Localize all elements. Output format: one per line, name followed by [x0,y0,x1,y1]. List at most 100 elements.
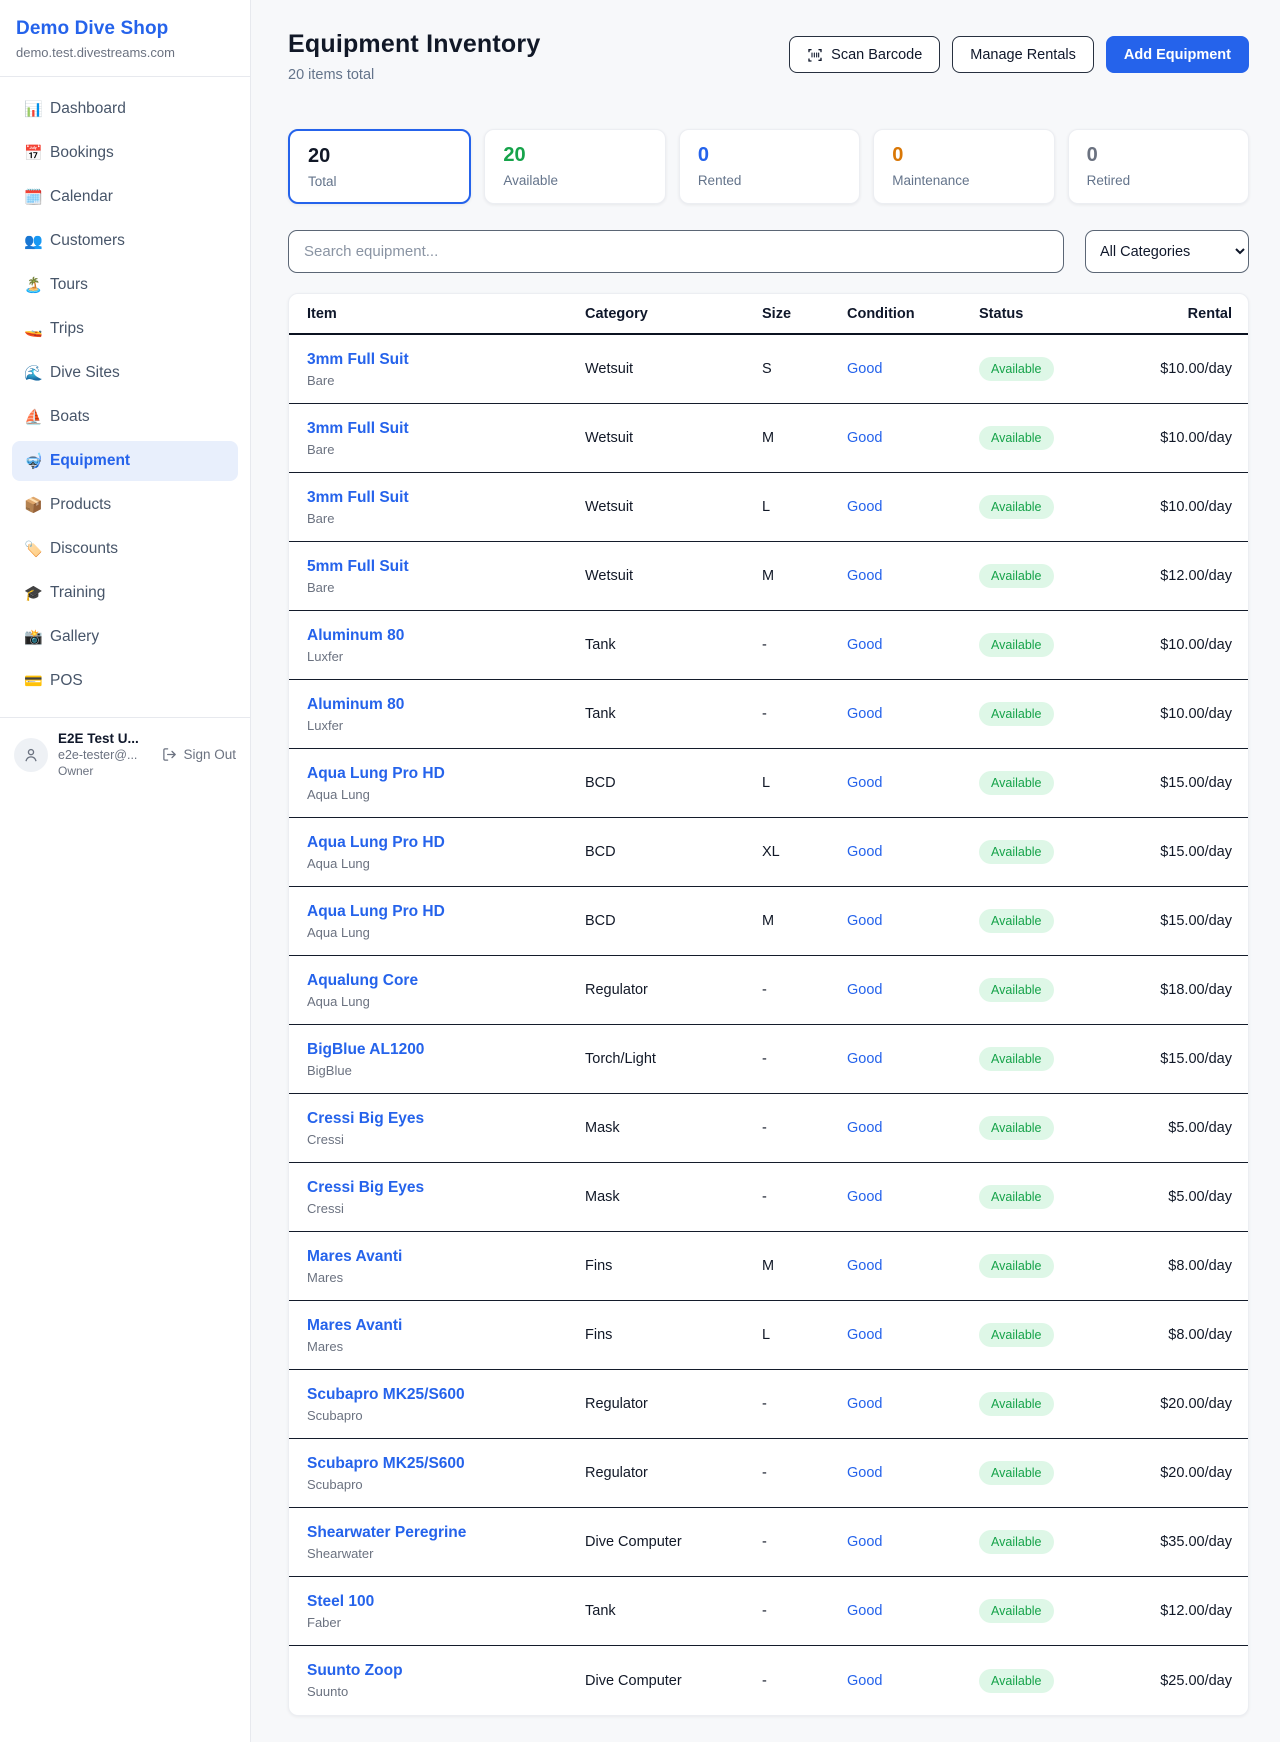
condition-link[interactable]: Good [847,1603,979,1619]
table-row: 5mm Full SuitBareWetsuitMGoodAvailable$1… [289,542,1248,611]
condition-link[interactable]: Good [847,1327,979,1343]
add-equipment-button[interactable]: Add Equipment [1106,36,1249,73]
condition-link[interactable]: Good [847,775,979,791]
stat-card-maintenance[interactable]: 0Maintenance [873,129,1054,204]
item-name-link[interactable]: Steel 100 [307,1593,585,1611]
item-brand: BigBlue [307,1063,585,1078]
item-name-link[interactable]: Suunto Zoop [307,1662,585,1680]
condition-link[interactable]: Good [847,430,979,446]
category-filter[interactable]: All Categories [1085,230,1249,273]
item-name-link[interactable]: 3mm Full Suit [307,351,585,369]
item-name-link[interactable]: Aqualung Core [307,972,585,990]
item-name-link[interactable]: Scubapro MK25/S600 [307,1455,585,1473]
condition-link[interactable]: Good [847,568,979,584]
item-name-link[interactable]: Aqua Lung Pro HD [307,834,585,852]
item-name-link[interactable]: 3mm Full Suit [307,489,585,507]
condition-link[interactable]: Good [847,1534,979,1550]
sidebar-item-gallery[interactable]: 📸Gallery [12,617,238,657]
sidebar-item-equipment[interactable]: 🤿Equipment [12,441,238,481]
item-cell: Aqua Lung Pro HDAqua Lung [307,903,585,940]
size-cell: - [762,1189,847,1205]
sidebar-item-training[interactable]: 🎓Training [12,573,238,613]
size-cell: - [762,1673,847,1689]
calendar-icon: 🗓️ [24,190,50,205]
condition-link[interactable]: Good [847,1051,979,1067]
item-cell: BigBlue AL1200 BigBlue [307,1041,585,1078]
item-name-link[interactable]: Aluminum 80 [307,696,585,714]
condition-link[interactable]: Good [847,637,979,653]
sidebar-item-boats[interactable]: ⛵Boats [12,397,238,437]
table-row: Cressi Big EyesCressiMask-GoodAvailable$… [289,1163,1248,1232]
condition-link[interactable]: Good [847,913,979,929]
item-name-link[interactable]: Shearwater Peregrine [307,1524,585,1542]
sidebar-item-trips[interactable]: 🚤Trips [12,309,238,349]
item-name-link[interactable]: 5mm Full Suit [307,558,585,576]
item-name-link[interactable]: Mares Avanti [307,1317,585,1335]
category-cell: Wetsuit [585,499,762,515]
item-name-link[interactable]: Cressi Big Eyes [307,1179,585,1197]
stat-value: 0 [1087,144,1230,167]
condition-link[interactable]: Good [847,706,979,722]
sign-out-button[interactable]: Sign Out [162,747,236,762]
condition-link[interactable]: Good [847,844,979,860]
status-badge: Available [979,1254,1054,1278]
scan-barcode-button[interactable]: Scan Barcode [789,36,940,73]
pos-icon: 💳 [24,674,50,689]
sidebar-item-discounts[interactable]: 🏷️Discounts [12,529,238,569]
equipment-icon: 🤿 [24,454,50,469]
person-icon [22,746,40,764]
stat-value: 20 [503,144,646,167]
sidebar-item-dashboard[interactable]: 📊Dashboard [12,89,238,129]
category-cell: Dive Computer [585,1673,762,1689]
table-row: Scubapro MK25/S600ScubaproRegulator-Good… [289,1370,1248,1439]
sidebar-item-customers[interactable]: 👥Customers [12,221,238,261]
item-brand: Bare [307,580,585,595]
category-cell: Regulator [585,982,762,998]
condition-link[interactable]: Good [847,1120,979,1136]
condition-link[interactable]: Good [847,1673,979,1689]
condition-link[interactable]: Good [847,1465,979,1481]
stat-card-retired[interactable]: 0Retired [1068,129,1249,204]
column-header-rental: Rental [1139,306,1232,322]
condition-link[interactable]: Good [847,361,979,377]
stat-card-available[interactable]: 20Available [484,129,665,204]
column-header-item: Item [307,306,585,322]
sidebar-item-dive-sites[interactable]: 🌊Dive Sites [12,353,238,393]
condition-link[interactable]: Good [847,982,979,998]
item-name-link[interactable]: 3mm Full Suit [307,420,585,438]
condition-link[interactable]: Good [847,1189,979,1205]
size-cell: - [762,1465,847,1481]
item-name-link[interactable]: Scubapro MK25/S600 [307,1386,585,1404]
user-name: E2E Test U... [58,731,139,748]
table-row: Scubapro MK25/S600ScubaproRegulator-Good… [289,1439,1248,1508]
status-badge: Available [979,357,1054,381]
item-name-link[interactable]: Aluminum 80 [307,627,585,645]
sidebar-item-products[interactable]: 📦Products [12,485,238,525]
condition-link[interactable]: Good [847,1396,979,1412]
item-brand: Aqua Lung [307,787,585,802]
scan-barcode-label: Scan Barcode [831,47,922,63]
stat-value: 0 [892,144,1035,167]
manage-rentals-button[interactable]: Manage Rentals [952,36,1094,73]
rental-cell: $35.00/day [1139,1534,1232,1550]
item-name-link[interactable]: Aqua Lung Pro HD [307,903,585,921]
item-name-link[interactable]: Mares Avanti [307,1248,585,1266]
sidebar-item-tours[interactable]: 🏝️Tours [12,265,238,305]
item-brand: Mares [307,1270,585,1285]
condition-link[interactable]: Good [847,1258,979,1274]
item-name-link[interactable]: Aqua Lung Pro HD [307,765,585,783]
sidebar-item-pos[interactable]: 💳POS [12,661,238,701]
sidebar-item-bookings[interactable]: 📅Bookings [12,133,238,173]
item-name-link[interactable]: Cressi Big Eyes [307,1110,585,1128]
stat-card-rented[interactable]: 0Rented [679,129,860,204]
stat-card-total[interactable]: 20Total [288,129,471,204]
item-name-link[interactable]: BigBlue AL1200 [307,1041,585,1059]
condition-link[interactable]: Good [847,499,979,515]
size-cell: XL [762,844,847,860]
item-cell: Cressi Big EyesCressi [307,1179,585,1216]
status-badge: Available [979,1047,1054,1071]
search-input[interactable] [288,230,1064,273]
category-cell: BCD [585,913,762,929]
sidebar-item-calendar[interactable]: 🗓️Calendar [12,177,238,217]
status-badge: Available [979,1461,1054,1485]
